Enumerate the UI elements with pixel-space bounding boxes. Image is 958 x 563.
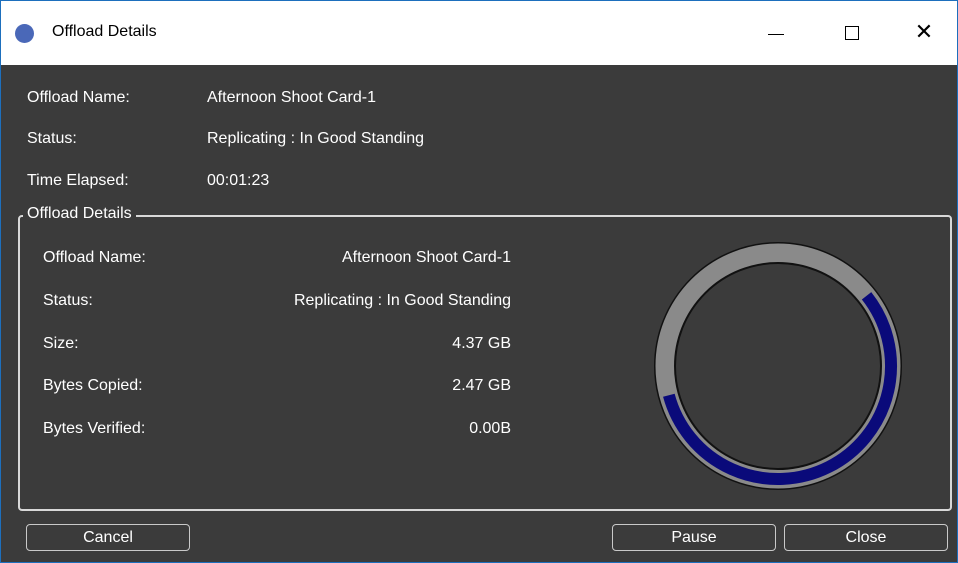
close-window-button[interactable]: ✕ <box>901 15 947 51</box>
minimize-icon <box>768 33 784 35</box>
details-status-value: Replicating : In Good Standing <box>293 292 511 309</box>
summary-name-value: Afternoon Shoot Card-1 <box>207 89 376 106</box>
ring-progress-arc <box>663 292 897 485</box>
summary-status-value: Replicating : In Good Standing <box>207 130 425 147</box>
maximize-icon <box>845 26 859 40</box>
progress-ring <box>654 242 902 490</box>
content-area: Offload Name: Afternoon Shoot Card-1 Sta… <box>9 65 957 562</box>
details-group-legend: Offload Details <box>23 205 136 223</box>
title-bar: Offload Details ✕ <box>1 1 957 65</box>
details-copied-value: 2.47 GB <box>452 377 511 394</box>
offload-details-window: Offload Details ✕ Offload Name: Afternoo… <box>0 0 958 563</box>
summary-elapsed-label: Time Elapsed: <box>27 172 129 189</box>
summary-name-label: Offload Name: <box>27 89 130 106</box>
summary-status-label: Status: <box>27 130 77 147</box>
details-status-label: Status: <box>43 292 93 309</box>
details-size-label: Size: <box>43 335 79 352</box>
details-name-value: Afternoon Shoot Card-1 <box>342 249 511 266</box>
details-verified-label: Bytes Verified: <box>43 420 146 437</box>
close-button[interactable]: Close <box>784 524 948 551</box>
pause-button[interactable]: Pause <box>612 524 776 551</box>
details-size-value: 4.37 GB <box>452 335 511 352</box>
details-copied-label: Bytes Copied: <box>43 377 143 394</box>
maximize-button[interactable] <box>829 15 875 51</box>
close-icon: ✕ <box>914 20 934 45</box>
details-name-label: Offload Name: <box>43 249 146 266</box>
ring-inner-border <box>674 262 882 470</box>
window-title: Offload Details <box>52 23 157 40</box>
cancel-button[interactable]: Cancel <box>26 524 190 551</box>
summary-elapsed-value: 00:01:23 <box>207 172 270 189</box>
details-verified-value: 0.00B <box>469 420 511 437</box>
minimize-button[interactable] <box>753 15 799 51</box>
app-icon <box>15 24 34 43</box>
